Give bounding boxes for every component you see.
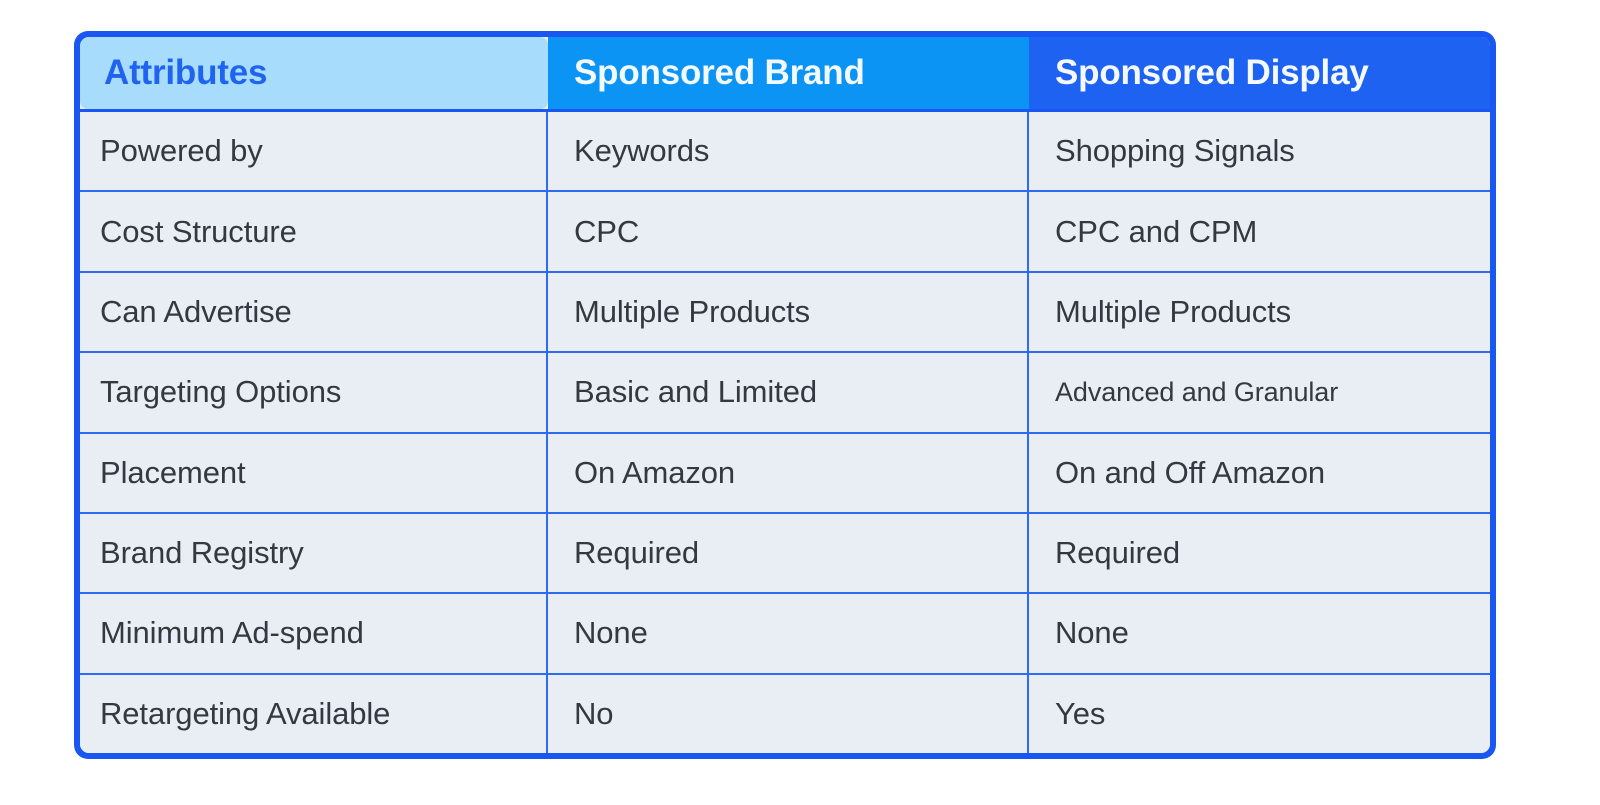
table-row: Cost Structure CPC CPC and CPM [80, 190, 1490, 271]
cell-sponsored-display: Shopping Signals [1055, 133, 1295, 169]
cell-attribute: Minimum Ad-spend [80, 594, 548, 673]
cell-attribute: Can Advertise [80, 272, 548, 352]
cell-sponsored-brand: None [548, 594, 1029, 673]
column-header-attributes: Attributes [80, 37, 548, 109]
cell-sponsored-display: Advanced and Granular [1055, 376, 1339, 407]
cell-sponsored-brand: On Amazon [548, 433, 1029, 512]
cell-attribute: Targeting Options [80, 353, 548, 432]
table-row: Powered by Keywords Shopping Signals [80, 109, 1490, 191]
cell-attribute: Retargeting Available [80, 674, 548, 753]
cell-sponsored-display: None [1055, 615, 1129, 651]
table-row: Retargeting Available No Yes [80, 672, 1490, 753]
table-inner: Attributes Sponsored Brand Sponsored Dis… [80, 37, 1490, 753]
cell-sponsored-display: Yes [1055, 695, 1106, 731]
cell-sponsored-brand: Required [548, 513, 1029, 593]
cell-attribute: Cost Structure [80, 192, 548, 271]
cell-sponsored-display: Required [1055, 535, 1181, 571]
cell-sponsored-brand: Basic and Limited [548, 353, 1029, 432]
cell-attribute: Placement [80, 433, 548, 512]
cell-sponsored-brand: No [548, 674, 1029, 753]
table-row: Can Advertise Multiple Products Multiple… [80, 270, 1490, 352]
cell-sponsored-brand: Multiple Products [548, 272, 1029, 352]
cell-sponsored-brand: CPC [548, 192, 1029, 271]
comparison-table: Attributes Sponsored Brand Sponsored Dis… [74, 31, 1496, 759]
table-row: Minimum Ad-spend None None [80, 592, 1490, 673]
column-header-sponsored-brand: Sponsored Brand [548, 37, 1029, 109]
table-row: Brand Registry Required Required [80, 511, 1490, 593]
cell-sponsored-brand: Keywords [548, 112, 1029, 191]
table-header-row: Attributes Sponsored Brand Sponsored Dis… [80, 37, 1490, 109]
column-header-sponsored-display: Sponsored Display [1029, 37, 1490, 109]
table-row: Placement On Amazon On and Off Amazon [80, 431, 1490, 512]
cell-sponsored-display: Multiple Products [1055, 293, 1292, 329]
cell-sponsored-display: CPC and CPM [1055, 213, 1258, 249]
cell-sponsored-display: On and Off Amazon [1055, 454, 1326, 490]
table-body: Powered by Keywords Shopping Signals Cos… [80, 109, 1490, 753]
cell-attribute: Powered by [80, 112, 548, 191]
table-row: Targeting Options Basic and Limited Adva… [80, 351, 1490, 432]
cell-attribute: Brand Registry [80, 513, 548, 593]
